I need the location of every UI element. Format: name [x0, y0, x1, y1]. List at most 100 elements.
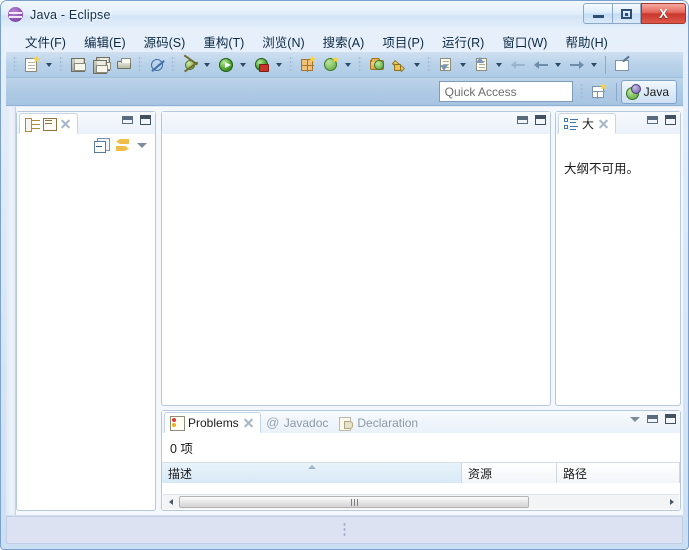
scrollbar-thumb[interactable]	[179, 496, 529, 508]
tab-outline[interactable]: 大	[558, 113, 617, 134]
problems-table-body[interactable]	[163, 484, 679, 494]
link-with-editor-icon[interactable]	[115, 138, 130, 152]
toolbar-grip[interactable]	[171, 56, 175, 73]
toolbar-grip[interactable]	[138, 56, 142, 73]
forward-dropdown-icon[interactable]	[588, 55, 599, 75]
toolbar-grip[interactable]	[358, 56, 362, 73]
toolbar-grip[interactable]	[289, 56, 293, 73]
minimize-icon[interactable]	[122, 116, 133, 124]
external-tools-dropdown-icon[interactable]	[273, 55, 284, 75]
scroll-left-icon[interactable]	[163, 495, 178, 509]
close-icon[interactable]	[243, 417, 254, 428]
new-wizard-icon[interactable]	[21, 54, 42, 75]
scrollbar-track[interactable]	[178, 495, 664, 509]
debug-icon[interactable]	[179, 54, 200, 75]
javadoc-icon: @	[266, 414, 280, 430]
menu-item-refactor[interactable]: 重构(T)	[194, 29, 253, 54]
previous-annotation-dropdown-icon[interactable]	[493, 55, 504, 75]
package-explorer-tree[interactable]	[18, 156, 154, 509]
column-header-description[interactable]: 描述	[162, 463, 462, 483]
perspective-button-java[interactable]: Java	[620, 79, 677, 104]
tab-package-explorer[interactable]: 包	[19, 113, 78, 134]
toolbar-grip[interactable]	[427, 56, 431, 73]
minimize-icon[interactable]	[647, 116, 658, 124]
editor-canvas[interactable]	[163, 134, 549, 404]
previous-annotation-icon[interactable]	[471, 54, 492, 75]
open-perspective-icon[interactable]	[588, 81, 609, 102]
menu-item-run[interactable]: 运行(R)	[433, 29, 493, 54]
sort-ascending-icon	[307, 465, 316, 469]
editor-area	[161, 111, 551, 406]
main-toolbar	[6, 52, 683, 78]
toolbar-grip[interactable]	[59, 56, 63, 73]
last-edit-location-icon[interactable]	[507, 54, 528, 75]
outline-controls	[647, 115, 676, 125]
toggle-mark-occurrences-icon[interactable]	[146, 54, 167, 75]
print-icon[interactable]	[113, 54, 134, 75]
problems-controls	[630, 414, 676, 424]
maximize-button[interactable]	[612, 3, 641, 24]
quick-access-input[interactable]	[438, 81, 573, 102]
maximize-icon[interactable]	[535, 115, 546, 125]
toolbar-grip[interactable]	[13, 56, 17, 73]
java-perspective-icon	[625, 84, 641, 100]
forward-icon[interactable]	[566, 54, 587, 75]
collapse-all-icon[interactable]	[94, 138, 110, 153]
tab-declaration[interactable]: Declaration	[334, 412, 424, 433]
menu-item-navigate[interactable]: 浏览(N)	[253, 29, 313, 54]
menu-item-window[interactable]: 窗口(W)	[493, 29, 556, 54]
tab-javadoc[interactable]: @ Javadoc	[261, 412, 335, 433]
column-header-resource[interactable]: 资源	[462, 463, 557, 483]
menu-item-search[interactable]: 搜索(A)	[314, 29, 374, 54]
window-controls: X	[583, 3, 686, 24]
next-annotation-icon[interactable]	[435, 54, 456, 75]
toolbar-grip[interactable]	[579, 83, 584, 100]
run-icon[interactable]	[215, 54, 236, 75]
view-menu-icon[interactable]	[137, 142, 147, 148]
perspective-label: Java	[643, 84, 669, 99]
problems-horizontal-scrollbar[interactable]	[163, 494, 679, 509]
next-annotation-dropdown-icon[interactable]	[457, 55, 468, 75]
fast-view-bar[interactable]	[6, 107, 16, 515]
menu-item-project[interactable]: 项目(P)	[373, 29, 433, 54]
debug-dropdown-icon[interactable]	[201, 55, 212, 75]
close-icon[interactable]	[598, 118, 609, 129]
problems-count-label: 0 项	[170, 442, 193, 456]
menu-item-file[interactable]: 文件(F)	[16, 29, 75, 54]
run-external-tools-icon[interactable]	[251, 54, 272, 75]
new-java-package-icon[interactable]	[297, 54, 318, 75]
eclipse-window: Java - Eclipse X 文件(F) 编辑(E) 源码(S) 重构(T)…	[0, 0, 689, 550]
search-icon[interactable]	[389, 54, 410, 75]
minimize-icon[interactable]	[647, 415, 658, 423]
save-all-icon[interactable]	[90, 54, 111, 75]
resize-grip-icon[interactable]	[343, 522, 346, 538]
scroll-right-icon[interactable]	[664, 495, 679, 509]
open-type-icon[interactable]	[366, 54, 387, 75]
extract-icon[interactable]	[611, 54, 632, 75]
menu-item-edit[interactable]: 编辑(E)	[75, 29, 135, 54]
search-dropdown-icon[interactable]	[411, 55, 422, 75]
menu-item-source[interactable]: 源码(S)	[135, 29, 195, 54]
maximize-icon[interactable]	[665, 414, 676, 424]
close-icon[interactable]	[60, 118, 71, 129]
minimize-button[interactable]	[583, 3, 612, 24]
back-dropdown-icon[interactable]	[552, 55, 563, 75]
minimize-icon[interactable]	[517, 116, 528, 124]
new-wizard-dropdown-icon[interactable]	[43, 55, 54, 75]
column-label: 路径	[563, 466, 588, 481]
back-icon[interactable]	[530, 54, 551, 75]
close-button[interactable]: X	[641, 3, 686, 24]
package-explorer-view: 包	[16, 111, 156, 511]
view-menu-icon[interactable]	[630, 416, 640, 422]
maximize-icon[interactable]	[665, 115, 676, 125]
new-java-dropdown-icon[interactable]	[342, 55, 353, 75]
save-icon[interactable]	[67, 54, 88, 75]
menu-item-help[interactable]: 帮助(H)	[556, 29, 616, 54]
toolbar-separator	[615, 82, 617, 101]
column-header-path[interactable]: 路径	[557, 463, 680, 483]
tab-problems[interactable]: Problems	[164, 412, 261, 433]
editor-controls	[517, 115, 546, 125]
maximize-icon[interactable]	[140, 115, 151, 125]
run-dropdown-icon[interactable]	[237, 55, 248, 75]
new-java-class-icon[interactable]	[320, 54, 341, 75]
